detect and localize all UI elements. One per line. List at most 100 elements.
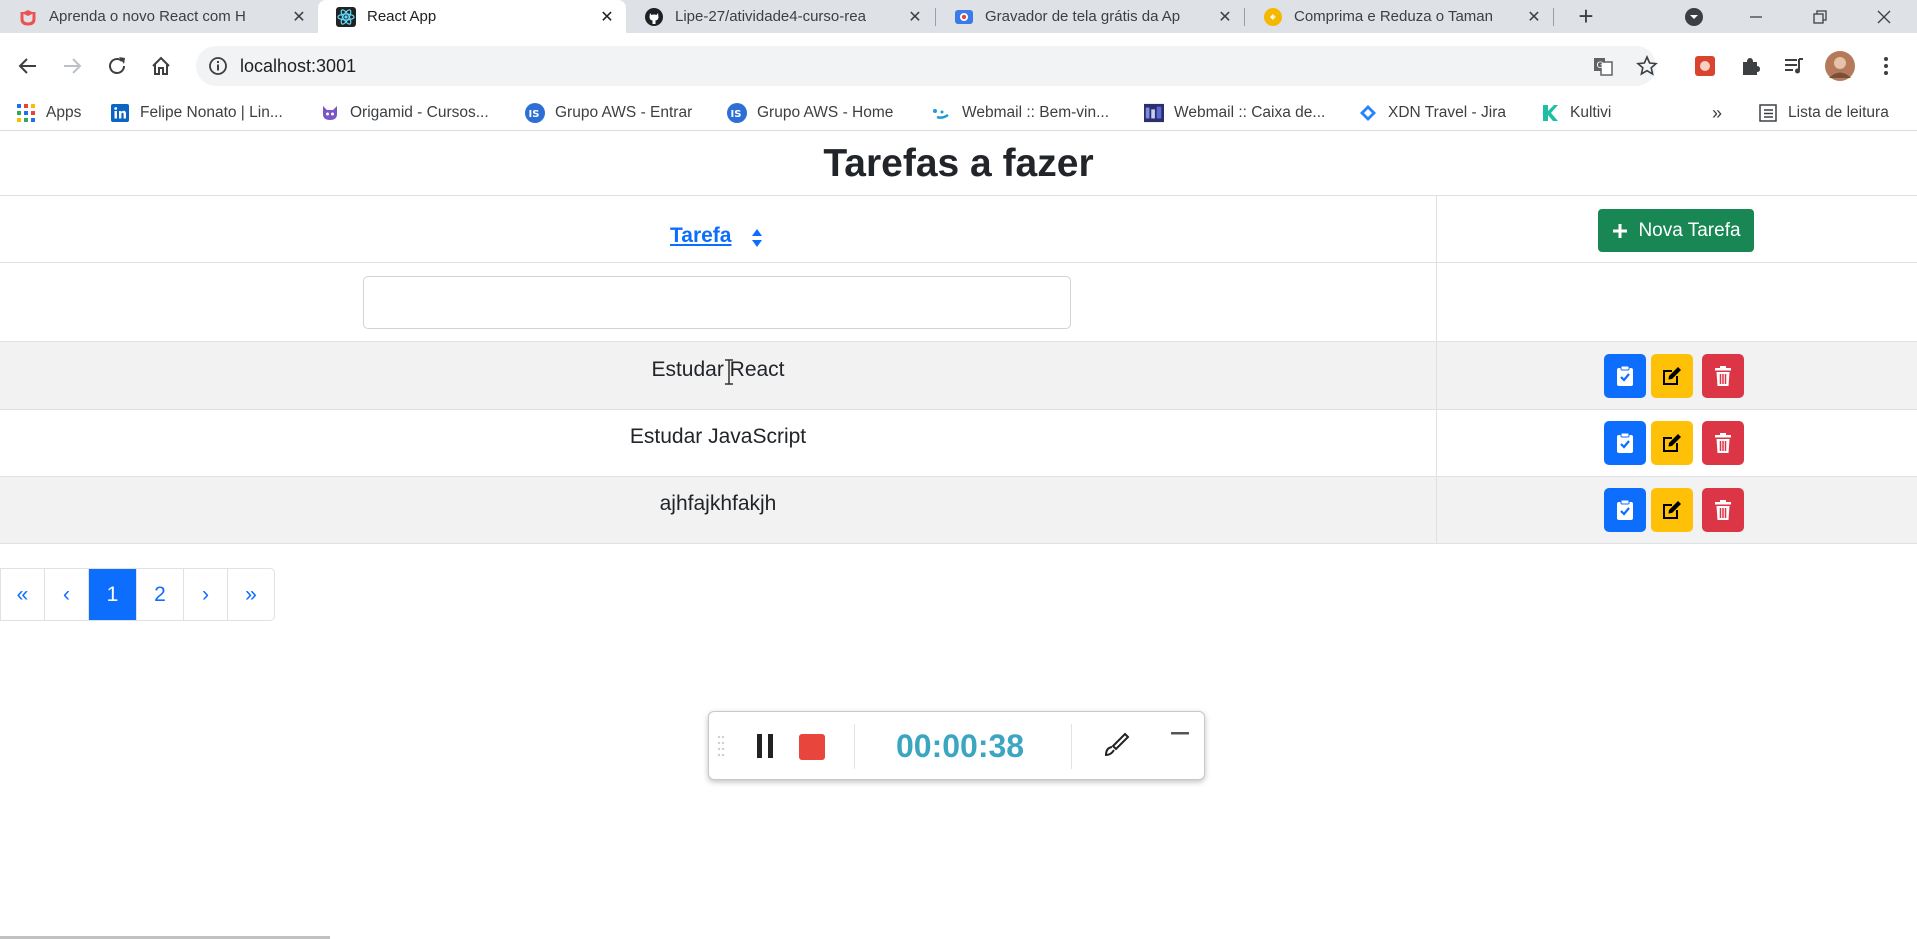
close-tab-icon[interactable]: ✕ [1216, 7, 1234, 27]
minimize-window-button[interactable] [1736, 0, 1776, 33]
edit-task-button[interactable] [1651, 421, 1693, 465]
reload-icon [109, 57, 125, 74]
column-divider [1436, 342, 1437, 410]
jira-icon [1358, 103, 1378, 123]
stop-icon[interactable] [799, 734, 825, 760]
delete-task-button[interactable] [1702, 488, 1744, 532]
sort-icon[interactable] [750, 226, 764, 250]
browser-window: Aprenda o novo React com H ✕ React App ✕… [0, 0, 1917, 939]
close-tab-icon[interactable]: ✕ [906, 7, 924, 27]
close-tab-icon[interactable]: ✕ [1525, 7, 1543, 27]
home-button[interactable] [143, 33, 179, 99]
page-1[interactable]: 1 [89, 569, 137, 620]
close-tab-icon[interactable]: ✕ [598, 7, 616, 27]
tab-separator [1553, 8, 1554, 26]
task-filter-input[interactable] [363, 276, 1071, 329]
close-window-button[interactable] [1864, 0, 1904, 33]
task-name: ajhfajkhfakjh [659, 492, 777, 515]
tab-title: Lipe-27/atividade4-curso-rea [675, 8, 866, 25]
edit-icon [1663, 367, 1681, 385]
media-control-button[interactable] [1776, 33, 1812, 99]
linkedin-icon [110, 103, 130, 123]
edit-task-button[interactable] [1651, 354, 1693, 398]
edit-task-button[interactable] [1651, 488, 1693, 532]
forward-button[interactable] [54, 33, 90, 99]
tab-udemy[interactable]: Aprenda o novo React com H ✕ [0, 0, 318, 33]
edit-icon [1663, 434, 1681, 452]
bookmark-grupo-aws-entrar[interactable]: IS Grupo AWS - Entrar [525, 95, 692, 131]
complete-task-button[interactable] [1604, 354, 1646, 398]
sort-tarefa-header[interactable]: Tarefa [670, 224, 731, 248]
page-content: Tarefas a fazer Tarefa Nova Tarefa Estud… [0, 132, 1917, 939]
bookmark-webmail-caixa[interactable]: Webmail :: Caixa de... [1144, 95, 1325, 131]
page-title: Tarefas a fazer [823, 142, 1094, 185]
tab-react-app[interactable]: React App ✕ [318, 0, 626, 33]
pause-icon[interactable] [754, 733, 776, 759]
bookmark-apps[interactable]: Apps [16, 95, 81, 131]
screen-recorder-icon [954, 7, 974, 27]
page-first[interactable]: « [1, 569, 45, 620]
bookmark-kultivi[interactable]: Kultivi [1540, 95, 1611, 131]
page-2[interactable]: 2 [137, 569, 184, 620]
drag-handle-icon[interactable] [717, 734, 725, 758]
webmail-icon [932, 103, 952, 123]
address-bar[interactable]: localhost:3001 G [196, 46, 1658, 86]
restore-window-button[interactable] [1800, 0, 1840, 33]
new-task-label: Nova Tarefa [1638, 219, 1741, 241]
task-name: Estudar JavaScript [629, 425, 807, 448]
tab-title: Comprima e Reduza o Taman [1294, 8, 1493, 25]
tab-title: Gravador de tela grátis da Ap [985, 8, 1181, 25]
reload-button[interactable] [99, 33, 135, 99]
origamid-icon [320, 103, 340, 123]
delete-task-button[interactable] [1702, 421, 1744, 465]
reading-list-button[interactable]: Lista de leitura [1758, 95, 1889, 131]
tab-search-button[interactable] [1676, 0, 1712, 33]
browser-toolbar: localhost:3001 G [0, 33, 1917, 99]
back-button[interactable] [10, 33, 46, 99]
bookmark-label: Webmail :: Caixa de... [1174, 104, 1326, 121]
bookmark-label: Apps [46, 104, 82, 121]
complete-task-button[interactable] [1604, 421, 1646, 465]
tab-screen-recorder[interactable]: Gravador de tela grátis da Ap ✕ [936, 0, 1244, 33]
minimize-icon[interactable] [1171, 732, 1189, 736]
queue-music-icon [1785, 58, 1803, 74]
plus-icon: + [1578, 1, 1594, 31]
bookmark-origamid[interactable]: Origamid - Cursos... [320, 95, 489, 131]
chevron-down-circle-icon [1685, 7, 1703, 26]
task-name: Estudar React [651, 358, 785, 381]
bookmarks-overflow-button[interactable]: » [1712, 95, 1722, 131]
bookmark-webmail-bem-vindo[interactable]: Webmail :: Bem-vin... [932, 95, 1109, 131]
pagination: « ‹ 1 2 › » [0, 568, 275, 621]
complete-task-button[interactable] [1604, 488, 1646, 532]
tab-github[interactable]: Lipe-27/atividade4-curso-rea ✕ [626, 0, 934, 33]
tab-strip: Aprenda o novo React com H ✕ React App ✕… [0, 0, 1917, 33]
bookmark-label: Kultivi [1570, 104, 1612, 121]
bookmark-jira[interactable]: XDN Travel - Jira [1358, 95, 1506, 131]
bookmark-label: Grupo AWS - Home [757, 104, 894, 121]
page-last[interactable]: » [228, 569, 274, 620]
tab-compress[interactable]: Comprima e Reduza o Taman ✕ [1245, 0, 1553, 33]
extensions-menu-button[interactable] [1732, 33, 1768, 99]
info-icon[interactable] [208, 56, 228, 76]
draw-brush-icon[interactable] [1101, 731, 1131, 761]
bookmark-linkedin[interactable]: Felipe Nonato | Lin... [110, 95, 283, 131]
github-icon [644, 7, 664, 27]
new-task-button[interactable]: Nova Tarefa [1598, 209, 1754, 252]
profile-button[interactable] [1822, 33, 1858, 99]
minimize-icon [1750, 15, 1762, 18]
browser-menu-button[interactable] [1868, 33, 1904, 99]
star-icon[interactable] [1636, 55, 1658, 77]
divider [1071, 724, 1072, 769]
extension-button[interactable] [1687, 33, 1723, 99]
new-tab-button[interactable]: + [1566, 0, 1606, 33]
page-next[interactable]: › [184, 569, 228, 620]
bookmark-grupo-aws-home[interactable]: IS Grupo AWS - Home [727, 95, 893, 131]
translate-icon[interactable]: G [1592, 55, 1614, 77]
delete-task-button[interactable] [1702, 354, 1744, 398]
double-chevron-icon: » [1712, 102, 1723, 123]
divider [854, 724, 855, 769]
page-prev[interactable]: ‹ [45, 569, 89, 620]
text-cursor-icon [725, 359, 733, 385]
close-tab-icon[interactable]: ✕ [290, 7, 308, 27]
udemy-icon [18, 7, 38, 27]
